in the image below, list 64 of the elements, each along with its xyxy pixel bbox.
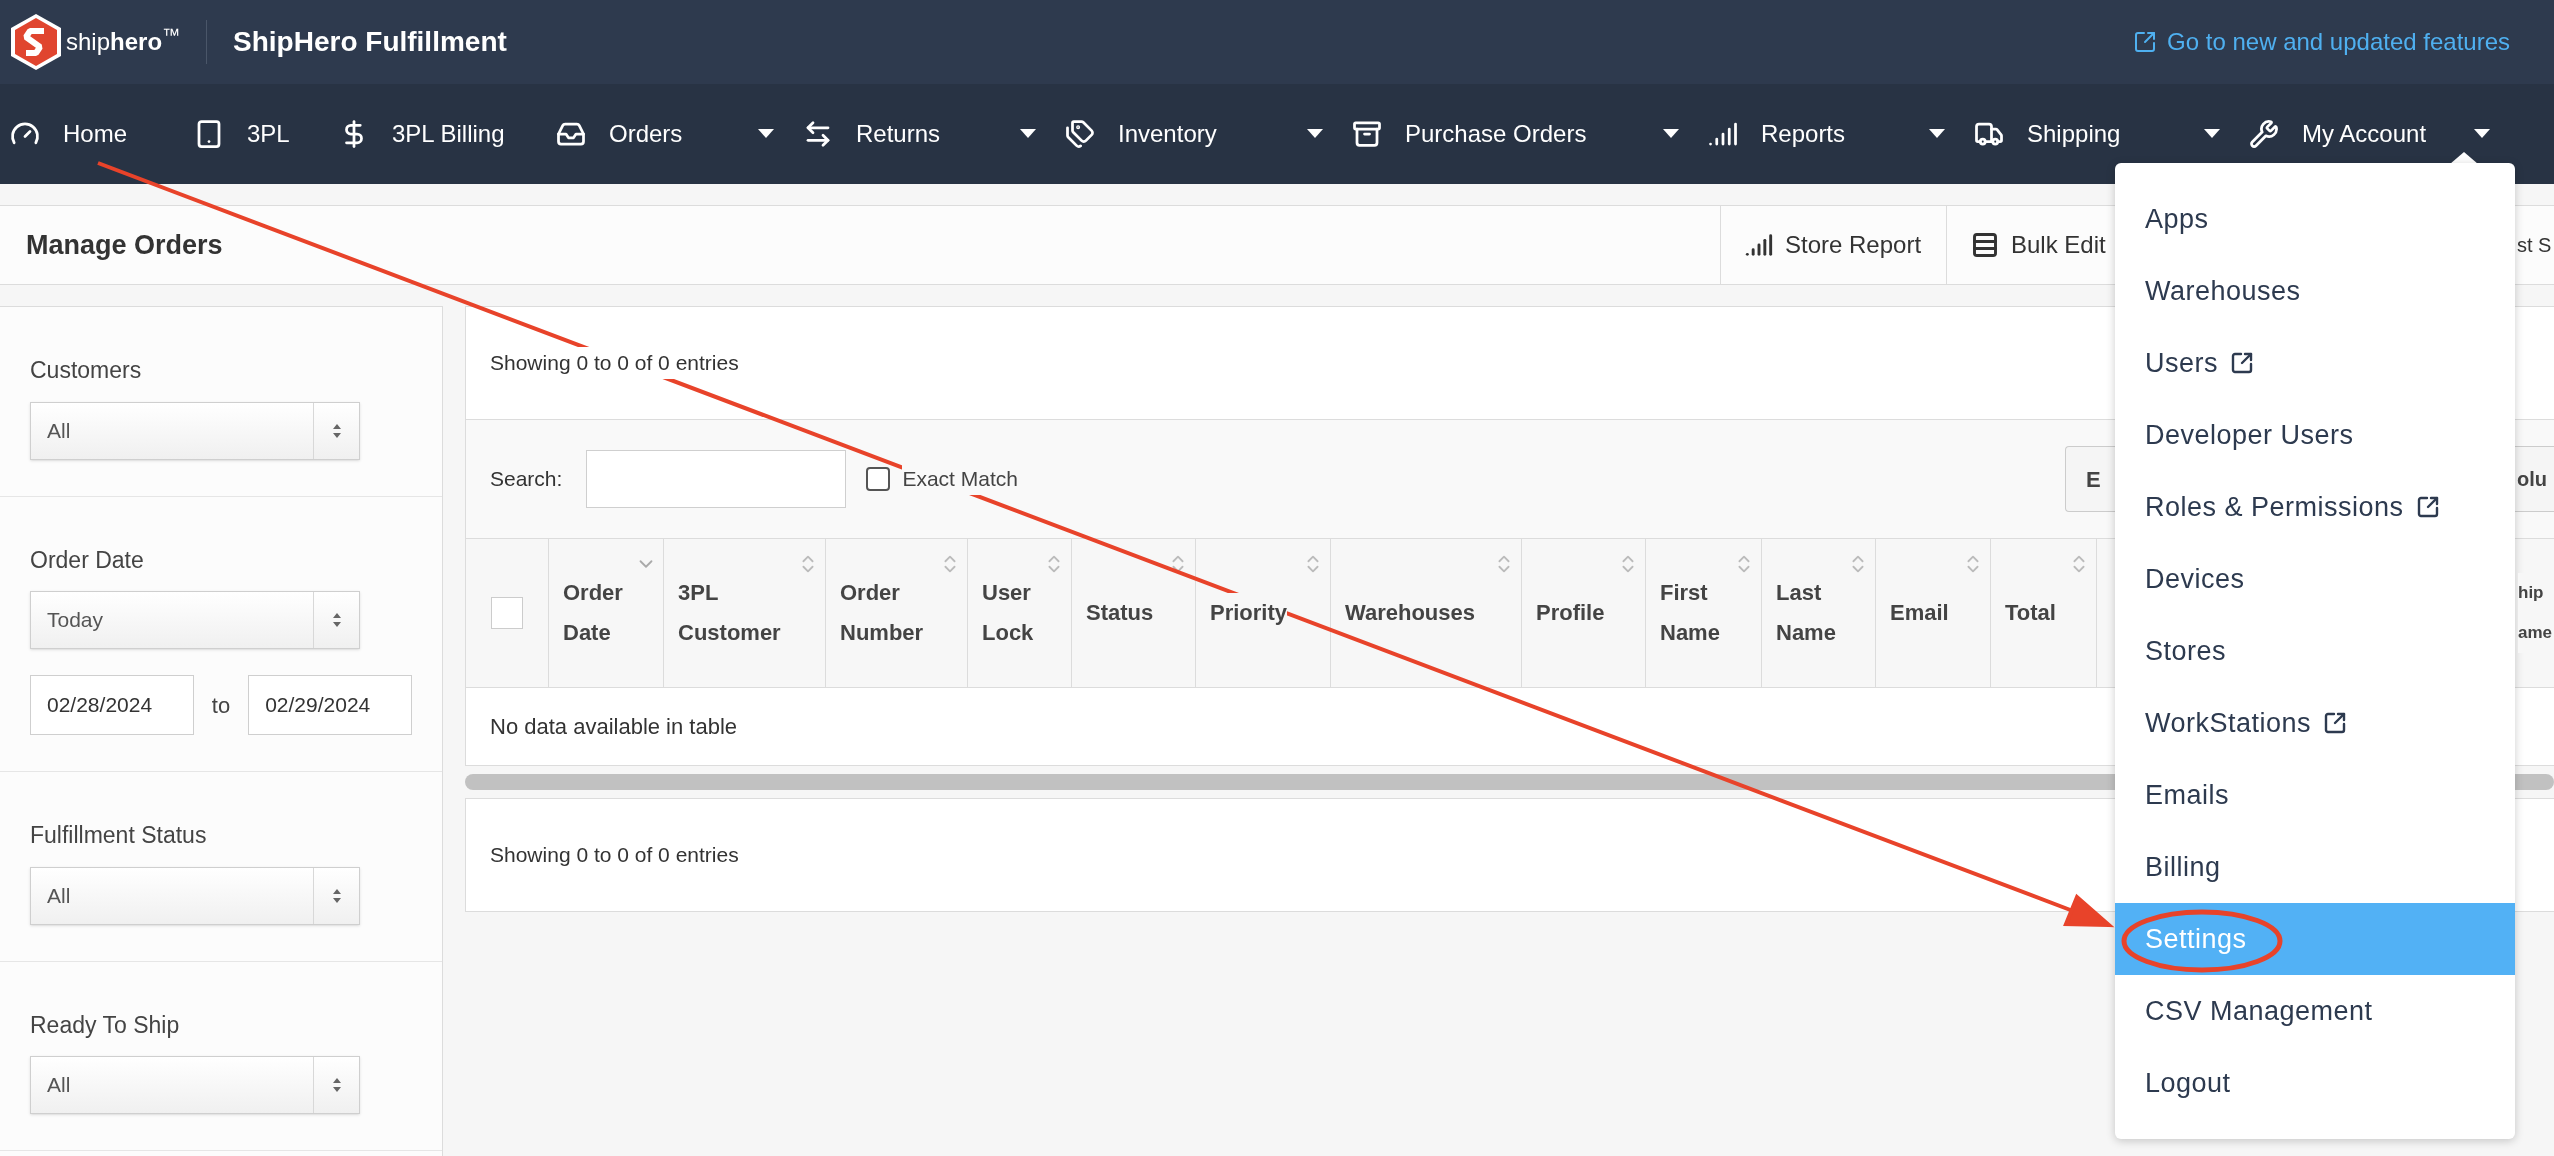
nav-item[interactable]: 3PL	[189, 84, 334, 184]
column-header[interactable]: First Name	[1646, 539, 1762, 687]
exact-match-label: Exact Match	[902, 463, 1018, 495]
menu-item[interactable]: Billing	[2115, 831, 2515, 903]
updown-icon	[331, 611, 342, 629]
column-header[interactable]: User Lock	[968, 539, 1072, 687]
table-button[interactable]: olu	[2515, 446, 2554, 512]
column-header[interactable]: Email	[1876, 539, 1991, 687]
search-field[interactable]	[586, 450, 847, 508]
archive-icon	[1352, 119, 1382, 149]
empty-table-message: No data available in table	[490, 713, 738, 741]
select-field[interactable]: All	[30, 866, 360, 925]
nav-item[interactable]: My Account	[2244, 84, 2514, 184]
menu-item[interactable]: Developer Users	[2115, 399, 2515, 471]
updown-icon	[331, 1076, 342, 1094]
page-title: Manage Orders	[25, 228, 223, 262]
nav-item[interactable]: Orders	[551, 84, 798, 184]
toolbar-button[interactable]: st S	[2517, 206, 2554, 284]
column-header[interactable]: Total	[1991, 539, 2097, 687]
rows-icon	[1971, 231, 1999, 259]
nav-item[interactable]: Inventory	[1060, 84, 1347, 184]
menu-item[interactable]: Users	[2115, 327, 2515, 399]
entries-info: Showing 0 to 0 of 0 entries	[490, 842, 739, 869]
app-title: ShipHero Fulfillment	[233, 25, 507, 59]
nav-item[interactable]: Purchase Orders	[1347, 84, 1703, 184]
logo-icon	[10, 13, 62, 71]
external-link-icon	[2133, 30, 2158, 54]
toolbar-button[interactable]: Store Report	[1720, 206, 1946, 284]
menu-item[interactable]: Logout	[2115, 1047, 2515, 1119]
table-button[interactable]: E	[2065, 446, 2115, 512]
filter-label: Customers	[30, 356, 143, 385]
entries-info: Showing 0 to 0 of 0 entries	[490, 347, 739, 379]
menu-item[interactable]: Stores	[2115, 615, 2515, 687]
logo-text: shiphero$^{™}$	[66, 24, 181, 57]
select-field[interactable]: Today	[30, 591, 360, 649]
select-field[interactable]: All	[30, 1056, 360, 1114]
signal-icon	[1745, 231, 1773, 259]
menu-item[interactable]: Devices	[2115, 543, 2515, 615]
column-header[interactable]: Order Date	[549, 539, 664, 687]
date-field[interactable]: 02/28/2024	[30, 675, 194, 735]
search-label: Search:	[490, 466, 563, 493]
date-field[interactable]: 02/29/2024	[248, 675, 412, 735]
filter-label: Ready To Ship	[30, 1010, 181, 1040]
column-header[interactable]: Profile	[1522, 539, 1646, 687]
tags-icon	[1065, 119, 1095, 149]
nav-item[interactable]: 3PL Billing	[334, 84, 551, 184]
menu-item[interactable]: WorkStations	[2115, 687, 2515, 759]
select-all-checkbox[interactable]	[491, 597, 523, 629]
nav-item[interactable]: Home	[5, 84, 189, 184]
menu-item[interactable]: Roles & Permissions	[2115, 471, 2515, 543]
nav-item[interactable]: Returns	[798, 84, 1060, 184]
exact-match-checkbox[interactable]	[866, 467, 891, 491]
column-header[interactable]: Last Name	[1762, 539, 1876, 687]
filter-label: Order Date	[30, 545, 145, 575]
wrench-icon	[2249, 119, 2279, 149]
column-header[interactable]: 3PL Customer	[664, 539, 826, 687]
new-features-link[interactable]: Go to new and updated features	[2133, 24, 2510, 60]
select-field[interactable]: All	[30, 401, 360, 460]
menu-item[interactable]: CSV Management	[2115, 975, 2515, 1047]
filter-label: Fulfillment Status	[30, 821, 208, 850]
menu-item[interactable]: Emails	[2115, 759, 2515, 831]
nav-item[interactable]: Reports	[1703, 84, 1969, 184]
column-header[interactable]: Order Number	[826, 539, 968, 687]
range-separator: to	[211, 691, 231, 720]
